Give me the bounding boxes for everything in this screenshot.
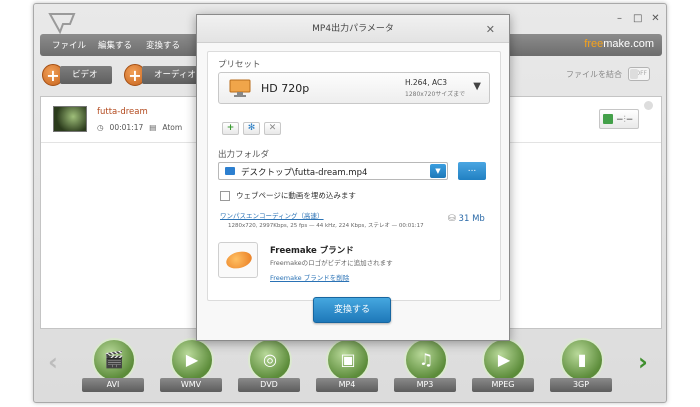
- add-preset-icon[interactable]: +: [222, 122, 239, 135]
- dialog-close-icon[interactable]: ✕: [486, 23, 495, 36]
- scroll-left-icon[interactable]: ‹: [48, 348, 58, 376]
- video-thumbnail: [53, 106, 87, 132]
- wmv-icon: ▶: [170, 338, 214, 382]
- mp3-icon: ♫: [404, 338, 448, 382]
- preset-name: HD 720p: [261, 82, 310, 95]
- format-label: AVI: [82, 378, 144, 392]
- format-wmv-button[interactable]: ▶ WMV: [160, 338, 222, 394]
- dialog-title: MP4出力パラメータ: [197, 15, 509, 43]
- file-size: ⛁ 31 Mb: [448, 214, 485, 224]
- avi-icon: 🎬: [92, 338, 136, 382]
- browse-button[interactable]: ...: [458, 162, 486, 180]
- format-mpeg-button[interactable]: ▶ MPEG: [472, 338, 534, 394]
- format-dvd-button[interactable]: ◎ DVD: [238, 338, 300, 394]
- dialog-panel: プリセット HD 720p H.264, AC3 1280x720サイズまで ▼…: [207, 51, 501, 301]
- file-codec: Atom: [162, 123, 183, 132]
- dvd-icon: ◎: [248, 338, 292, 382]
- file-size-value: 31 Mb: [458, 214, 485, 224]
- file-meta: ◷ 00:01:17 ▤ Atom: [97, 123, 182, 132]
- format-label: MP4: [316, 378, 378, 392]
- merge-files: ファイルを結合 OFF: [566, 67, 650, 81]
- merge-toggle[interactable]: OFF: [628, 67, 650, 81]
- output-folder-label: 出力フォルダ: [218, 150, 270, 160]
- format-3gp-button[interactable]: ▮ 3GP: [550, 338, 612, 394]
- encoding-specs: 1280x720, 2997Kbps, 25 fps — 44 kHz, 224…: [228, 223, 424, 229]
- delete-preset-icon[interactable]: ✕: [264, 122, 281, 135]
- convert-button[interactable]: 変換する: [313, 297, 391, 323]
- format-mp4-button[interactable]: ▣ MP4: [316, 338, 378, 394]
- format-label: 3GP: [550, 378, 612, 392]
- brand-title: Freemake ブランド: [270, 246, 354, 256]
- format-mp3-button[interactable]: ♫ MP3: [394, 338, 456, 394]
- clock-icon: ◷: [97, 123, 104, 132]
- preset-label: プリセット: [218, 60, 261, 70]
- film-icon: ▤: [149, 123, 157, 132]
- scissors-icon: −⫶−: [616, 115, 634, 125]
- mpeg-icon: ▶: [482, 338, 526, 382]
- format-avi-button[interactable]: 🎬 AVI: [82, 338, 144, 394]
- format-label: WMV: [160, 378, 222, 392]
- add-video-button[interactable]: + ビデオ: [42, 64, 112, 86]
- gear-icon[interactable]: ✻: [243, 122, 260, 135]
- embed-checkbox-row[interactable]: ウェブページに動画を埋め込みます: [220, 190, 356, 201]
- scroll-right-icon[interactable]: ›: [638, 348, 648, 376]
- output-folder-value: デスクトップ\futta-dream.mp4: [241, 168, 368, 178]
- embed-checkbox[interactable]: [220, 190, 230, 201]
- remove-file-icon[interactable]: [644, 101, 653, 110]
- merge-label: ファイルを結合: [566, 69, 622, 79]
- menu-edit[interactable]: 編集する: [98, 39, 132, 51]
- disk-icon: ⛁: [448, 214, 456, 224]
- menu-convert[interactable]: 変換する: [146, 39, 180, 51]
- brand-link[interactable]: freemake.com: [584, 38, 654, 50]
- mp4-icon: ▣: [326, 338, 370, 382]
- minimize-icon[interactable]: –: [615, 13, 624, 24]
- chevron-down-icon: ▼: [473, 81, 481, 92]
- preset-codec: H.264, AC3: [405, 78, 447, 87]
- monitor-icon: [229, 79, 251, 97]
- add-video-label: ビデオ: [60, 66, 112, 84]
- file-duration: 00:01:17: [109, 123, 144, 132]
- close-icon[interactable]: ✕: [651, 13, 660, 24]
- menu-file[interactable]: ファイル: [52, 39, 86, 51]
- edit-clip-button[interactable]: −⫶−: [599, 109, 639, 129]
- output-folder-select[interactable]: デスクトップ\futta-dream.mp4 ▼: [218, 162, 448, 180]
- remove-brand-link[interactable]: Freemake ブランドを削除: [270, 272, 349, 282]
- brand-description: Freemakeのロゴがビデオに追加されます: [270, 259, 393, 267]
- play-icon: [603, 114, 613, 124]
- encoding-mode-link[interactable]: ワンパスエンコーディング（高速）: [220, 210, 324, 220]
- window-controls: – □ ✕: [615, 13, 660, 24]
- file-name[interactable]: futta-dream: [97, 107, 148, 117]
- format-label: DVD: [238, 378, 300, 392]
- mp4-output-dialog: MP4出力パラメータ ✕ プリセット HD 720p H.264, AC3 12…: [196, 14, 510, 341]
- preset-dropdown[interactable]: HD 720p H.264, AC3 1280x720サイズまで ▼: [218, 72, 490, 104]
- format-label: MP3: [394, 378, 456, 392]
- desktop-icon: [225, 167, 235, 175]
- preset-actions: + ✻ ✕: [222, 122, 281, 135]
- embed-label: ウェブページに動画を埋め込みます: [236, 191, 356, 200]
- freemake-logo: [48, 12, 76, 35]
- freemake-brand-icon: [218, 242, 258, 278]
- 3gp-icon: ▮: [560, 338, 604, 382]
- format-label: MPEG: [472, 378, 534, 392]
- chevron-down-icon[interactable]: ▼: [430, 164, 446, 178]
- preset-size: 1280x720サイズまで: [405, 91, 466, 98]
- maximize-icon[interactable]: □: [633, 13, 642, 24]
